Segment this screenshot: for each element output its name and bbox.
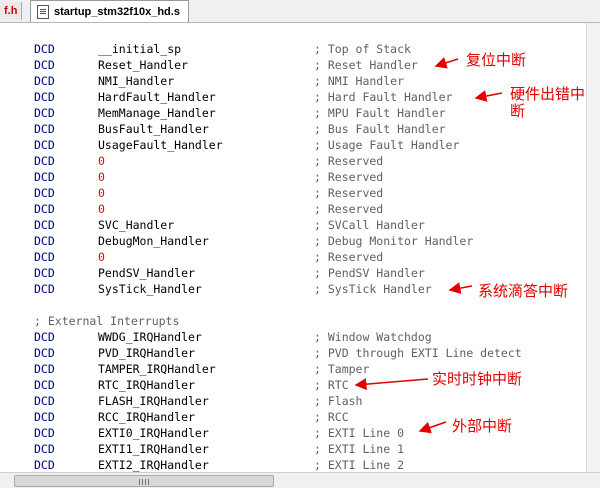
handler-name: UsageFault_Handler xyxy=(98,138,223,152)
keyword: DCD xyxy=(34,458,55,472)
keyword: DCD xyxy=(34,58,55,72)
keyword: DCD xyxy=(34,202,55,216)
handler-name: HardFault_Handler xyxy=(98,90,216,104)
keyword: DCD xyxy=(34,362,55,376)
annotation-rtc: 实时时钟中断 xyxy=(432,370,523,388)
handler-name: EXTI0_IRQHandler xyxy=(98,426,209,440)
handler-name: PVD_IRQHandler xyxy=(98,346,195,360)
handler-name: WWDG_IRQHandler xyxy=(98,330,202,344)
handler-name: __initial_sp xyxy=(98,42,182,56)
horizontal-scrollbar[interactable] xyxy=(0,472,600,488)
handler-name: Reset_Handler xyxy=(98,58,189,72)
keyword: DCD xyxy=(34,218,55,232)
tab-bar: f.h startup_stm32f10x_hd.s xyxy=(0,0,600,23)
zero-value: 0 xyxy=(98,250,105,264)
keyword: DCD xyxy=(34,138,55,152)
comment: ; SysTick Handler xyxy=(314,282,432,296)
comment: ; Reserved xyxy=(314,154,384,168)
handler-name: RTC_IRQHandler xyxy=(98,378,195,392)
handler-name: EXTI2_IRQHandler xyxy=(98,458,209,472)
code-editor[interactable]: DCD __initial_sp ; Top of Stack DCD Reset_H… xyxy=(0,23,586,472)
keyword: DCD xyxy=(34,378,55,392)
keyword: DCD xyxy=(34,106,55,120)
handler-name: SVC_Handler xyxy=(98,218,175,232)
keyword: DCD xyxy=(34,330,55,344)
comment: ; Bus Fault Handler xyxy=(314,122,446,136)
keyword: DCD xyxy=(34,426,55,440)
handler-name: BusFault_Handler xyxy=(98,122,209,136)
document-icon xyxy=(37,4,49,19)
comment: ; Reserved xyxy=(314,250,384,264)
keyword: DCD xyxy=(34,186,55,200)
comment: ; Reserved xyxy=(314,170,384,184)
comment: ; NMI Handler xyxy=(314,74,405,88)
handler-name: DebugMon_Handler xyxy=(98,234,209,248)
keyword: DCD xyxy=(34,74,55,88)
comment: ; PVD through EXTI Line detect xyxy=(314,346,522,360)
annotation-hardfault-line2: 断 xyxy=(510,102,526,120)
zero-value: 0 xyxy=(98,170,105,184)
comment: ; MPU Fault Handler xyxy=(314,106,446,120)
comment: ; Hard Fault Handler xyxy=(314,90,453,104)
zero-value: 0 xyxy=(98,186,105,200)
keyword: DCD xyxy=(34,42,55,56)
keyword: DCD xyxy=(34,266,55,280)
keyword: DCD xyxy=(34,234,55,248)
comment: ; Top of Stack xyxy=(314,42,411,56)
keyword: DCD xyxy=(34,410,55,424)
comment: ; RTC xyxy=(314,378,349,392)
tab-label: startup_stm32f10x_hd.s xyxy=(54,5,180,18)
keyword: DCD xyxy=(34,170,55,184)
keyword: DCD xyxy=(34,122,55,136)
comment: ; Usage Fault Handler xyxy=(314,138,460,152)
tab-startup-file[interactable]: startup_stm32f10x_hd.s xyxy=(30,0,189,22)
keyword: DCD xyxy=(34,282,55,296)
vertical-scrollbar[interactable] xyxy=(586,23,600,472)
keyword: DCD xyxy=(34,442,55,456)
comment: ; Reserved xyxy=(314,202,384,216)
scrollbar-thumb[interactable] xyxy=(14,475,274,487)
handler-name: PendSV_Handler xyxy=(98,266,195,280)
comment: ; EXTI Line 2 xyxy=(314,458,405,472)
handler-name: NMI_Handler xyxy=(98,74,175,88)
annotation-exti: 外部中断 xyxy=(452,417,513,435)
annotation-reset: 复位中断 xyxy=(466,51,527,69)
comment: ; Reserved xyxy=(314,186,384,200)
comment: ; SVCall Handler xyxy=(314,218,425,232)
tab-partial-header-file[interactable]: f.h xyxy=(0,2,23,20)
comment: ; Debug Monitor Handler xyxy=(314,234,474,248)
comment: ; Flash xyxy=(314,394,363,408)
annotation-hardfault-line1: 硬件出错中 xyxy=(510,85,586,103)
annotation-systick: 系统滴答中断 xyxy=(478,282,569,300)
handler-name: FLASH_IRQHandler xyxy=(98,394,209,408)
handler-name: EXTI1_IRQHandler xyxy=(98,442,209,456)
zero-value: 0 xyxy=(98,154,105,168)
grip-icon xyxy=(139,479,149,485)
zero-value: 0 xyxy=(98,202,105,216)
keyword: DCD xyxy=(34,250,55,264)
handler-name: TAMPER_IRQHandler xyxy=(98,362,216,376)
section-comment: ; External Interrupts xyxy=(34,314,180,328)
handler-name: MemManage_Handler xyxy=(98,106,216,120)
keyword: DCD xyxy=(34,90,55,104)
handler-name: SysTick_Handler xyxy=(98,282,202,296)
comment: ; EXTI Line 0 xyxy=(314,426,405,440)
comment: ; Window Watchdog xyxy=(314,330,432,344)
comment: ; EXTI Line 1 xyxy=(314,442,405,456)
comment: ; Reset Handler xyxy=(314,58,418,72)
comment: ; Tamper xyxy=(314,362,370,376)
keyword: DCD xyxy=(34,346,55,360)
handler-name: RCC_IRQHandler xyxy=(98,410,195,424)
comment: ; RCC xyxy=(314,410,349,424)
keyword: DCD xyxy=(34,154,55,168)
keyword: DCD xyxy=(34,394,55,408)
comment: ; PendSV Handler xyxy=(314,266,425,280)
